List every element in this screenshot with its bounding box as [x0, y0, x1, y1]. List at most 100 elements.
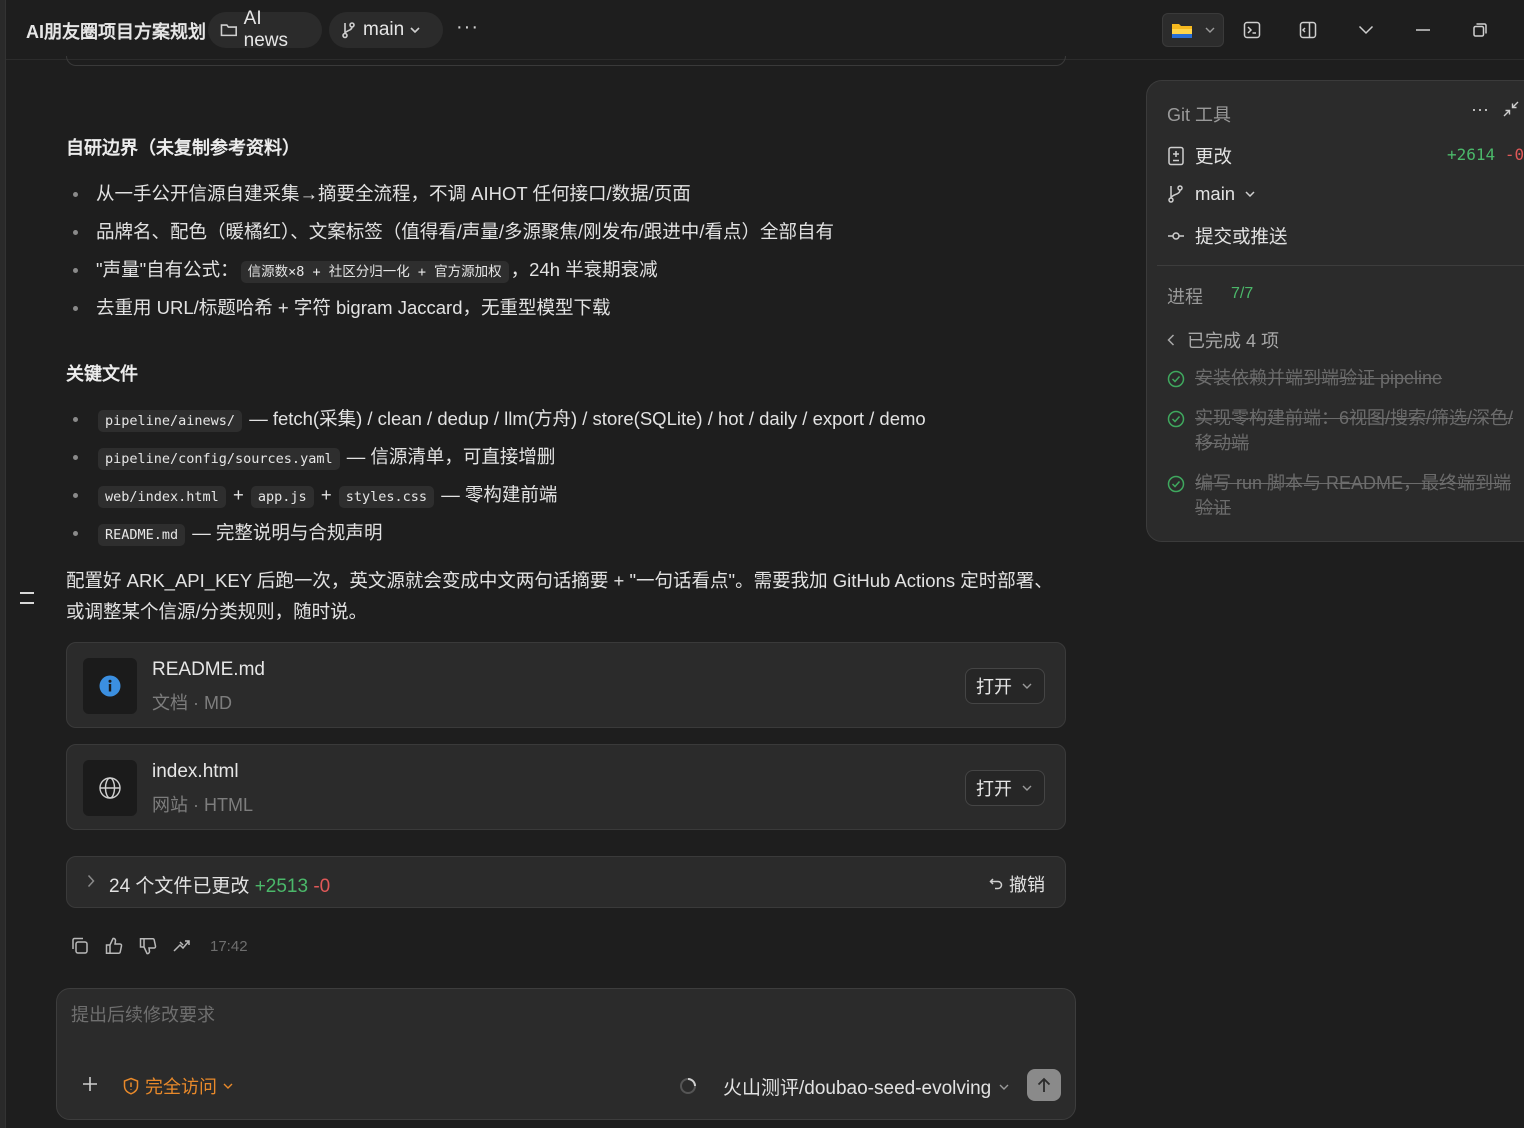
branch-selector[interactable]: main: [329, 12, 443, 48]
project-folder-label: AI news: [243, 8, 289, 51]
file-path-code: pipeline/config/sources.yaml: [98, 448, 340, 470]
chevron-down-icon: [1358, 25, 1374, 35]
send-button[interactable]: [1027, 1069, 1061, 1101]
progress-value: 7/7: [1231, 285, 1254, 302]
dropdown-button[interactable]: [1350, 14, 1382, 46]
shield-alert-icon: [123, 1077, 139, 1095]
branch-label: main: [363, 19, 405, 40]
formula-suffix: ，24h 半衰期衰减: [510, 259, 658, 280]
message-time: 17:42: [210, 937, 248, 955]
file-path-code: styles.css: [338, 486, 435, 508]
app-title: AI朋友圈项目方案规划: [26, 22, 206, 42]
chat-area: 自研边界（未复制参考资料） 从一手公开信源自建采集→摘要全流程，不调 AIHOT…: [6, 56, 1106, 1128]
thumbs-up-icon[interactable]: [104, 936, 124, 956]
plus-sign: +: [232, 484, 244, 505]
chevron-down-icon: [1022, 683, 1032, 689]
file-card-readme[interactable]: README.md 文档 · MD 打开: [66, 642, 1066, 728]
git-branch-icon: [1168, 185, 1183, 203]
completed-label: 已完成 4 项: [1187, 331, 1280, 351]
list-item: 去重用 URL/标题哈希 + 字符 bigram Jaccard，无重型模型下载: [66, 291, 834, 329]
git-changes-label: 更改: [1195, 146, 1233, 167]
file-path-code: app.js: [250, 486, 314, 508]
chevron-down-icon: [1245, 191, 1255, 197]
git-branch-label: main: [1195, 183, 1236, 204]
minimize-button[interactable]: [1407, 14, 1439, 46]
git-deletions: -0: [1504, 145, 1524, 164]
open-in-explorer-button[interactable]: [1162, 13, 1224, 47]
sidebar-panel-icon: [1299, 21, 1317, 39]
task-item: 编写 run 脚本与 README，最终端到端验证: [1167, 471, 1517, 521]
model-selector[interactable]: 火山测评/doubao-seed-evolving: [723, 1073, 1009, 1100]
list-item: README.md — 完整说明与合规声明: [66, 516, 926, 554]
chevron-right-icon: [87, 874, 95, 888]
thumbs-down-icon[interactable]: [138, 936, 158, 956]
section-heading-files: 关键文件: [66, 364, 138, 384]
file-name: README.md: [152, 659, 265, 680]
formula-prefix: "声量"自有公式：: [96, 259, 239, 280]
collapse-icon[interactable]: [1503, 101, 1519, 117]
file-diff-icon: [1168, 146, 1184, 166]
boundary-list: 从一手公开信源自建采集→摘要全流程，不调 AIHOT 任何接口/数据/页面 品牌…: [66, 177, 834, 329]
additions-count: +2513: [254, 876, 309, 897]
task-text: 编写 run 脚本与 README，最终端到端验证: [1195, 473, 1512, 518]
git-commit-row[interactable]: 提交或推送: [1167, 223, 1288, 249]
file-path-code: pipeline/ainews/: [98, 410, 243, 432]
open-file-button[interactable]: 打开: [965, 770, 1045, 806]
file-description: — 信源清单，可直接增删: [346, 446, 556, 467]
chevron-down-icon: [1022, 785, 1032, 791]
plus-sign: +: [320, 484, 332, 505]
git-changes-row[interactable]: 更改: [1167, 143, 1232, 169]
check-circle-icon: [1167, 370, 1185, 388]
minimize-icon: [1416, 29, 1430, 31]
git-change-counts: +2614 -0: [1447, 145, 1524, 164]
list-item: "声量"自有公式： 信源数×8 + 社区分归一化 + 官方源加权 ，24h 半衰期衰…: [66, 253, 834, 291]
restore-icon: [1473, 23, 1487, 37]
open-file-button[interactable]: 打开: [965, 668, 1045, 704]
undo-icon: [989, 878, 1003, 890]
list-item: pipeline/ainews/ — fetch(采集) / clean / d…: [66, 402, 926, 440]
folder-icon: [220, 24, 237, 37]
file-meta: 文档 · MD: [152, 693, 232, 713]
access-mode-selector[interactable]: 完全访问: [123, 1073, 233, 1099]
copy-icon[interactable]: [70, 936, 90, 956]
restore-button[interactable]: [1464, 14, 1496, 46]
git-branch-row[interactable]: main: [1167, 183, 1255, 205]
file-card-index[interactable]: index.html 网站 · HTML 打开: [66, 744, 1066, 830]
chevron-down-icon: [1205, 27, 1215, 33]
progress-label: 进程: [1167, 287, 1203, 307]
file-icon-box: [83, 760, 137, 816]
files-changed-label: 24 个文件已更改: [109, 876, 250, 897]
closing-paragraph: 配置好 ARK_API_KEY 后跑一次，英文源就会变成中文两句话摘要 + "一…: [66, 570, 1053, 622]
chevron-left-icon: [1167, 334, 1175, 346]
undo-label: 撤销: [1009, 875, 1045, 895]
file-path-code: README.md: [98, 524, 186, 546]
toggle-panel-button[interactable]: [1292, 14, 1324, 46]
more-options-button[interactable]: ···: [456, 16, 479, 39]
completed-toggle[interactable]: 已完成 4 项: [1167, 327, 1279, 353]
git-additions: +2614: [1447, 145, 1496, 164]
list-item: 从一手公开信源自建采集→摘要全流程，不调 AIHOT 任何接口/数据/页面: [66, 177, 834, 215]
message-marker-icon: [20, 592, 36, 608]
plus-icon[interactable]: [79, 1073, 101, 1095]
list-item: 品牌名、配色（暖橘红）、文案标签（值得看/声量/多源聚焦/刚发布/跟进中/看点）…: [66, 215, 834, 253]
follow-up-input[interactable]: [71, 1005, 1051, 1026]
git-tools-panel: Git 工具 ··· 更改 +2614 -0 main 提交或推送 进程 7/7…: [1146, 80, 1524, 542]
arrow-up-icon: [1037, 1077, 1051, 1092]
section-heading-boundary: 自研边界（未复制参考资料）: [66, 138, 300, 158]
task-item: 安装依赖并端到端验证 pipeline: [1167, 366, 1517, 391]
chevron-down-icon: [999, 1084, 1009, 1090]
git-more-button[interactable]: ···: [1471, 99, 1489, 120]
terminal-button[interactable]: [1236, 14, 1268, 46]
formula-code: 信源数×8 + 社区分归一化 + 官方源加权: [240, 261, 509, 283]
undo-button[interactable]: 撤销: [989, 871, 1045, 897]
shuffle-icon[interactable]: [172, 936, 192, 956]
git-branch-icon: [342, 22, 355, 39]
file-name: index.html: [152, 761, 239, 782]
files-changed-summary: 24 个文件已更改 +2513 -0: [109, 871, 330, 898]
project-folder-button[interactable]: AI news: [208, 8, 322, 51]
files-changed-bar[interactable]: 24 个文件已更改 +2513 -0 撤销: [66, 856, 1066, 908]
globe-icon: [99, 777, 121, 799]
git-panel-title: Git 工具: [1167, 105, 1232, 125]
message-actions: 17:42: [70, 936, 248, 956]
info-icon: [99, 675, 121, 697]
